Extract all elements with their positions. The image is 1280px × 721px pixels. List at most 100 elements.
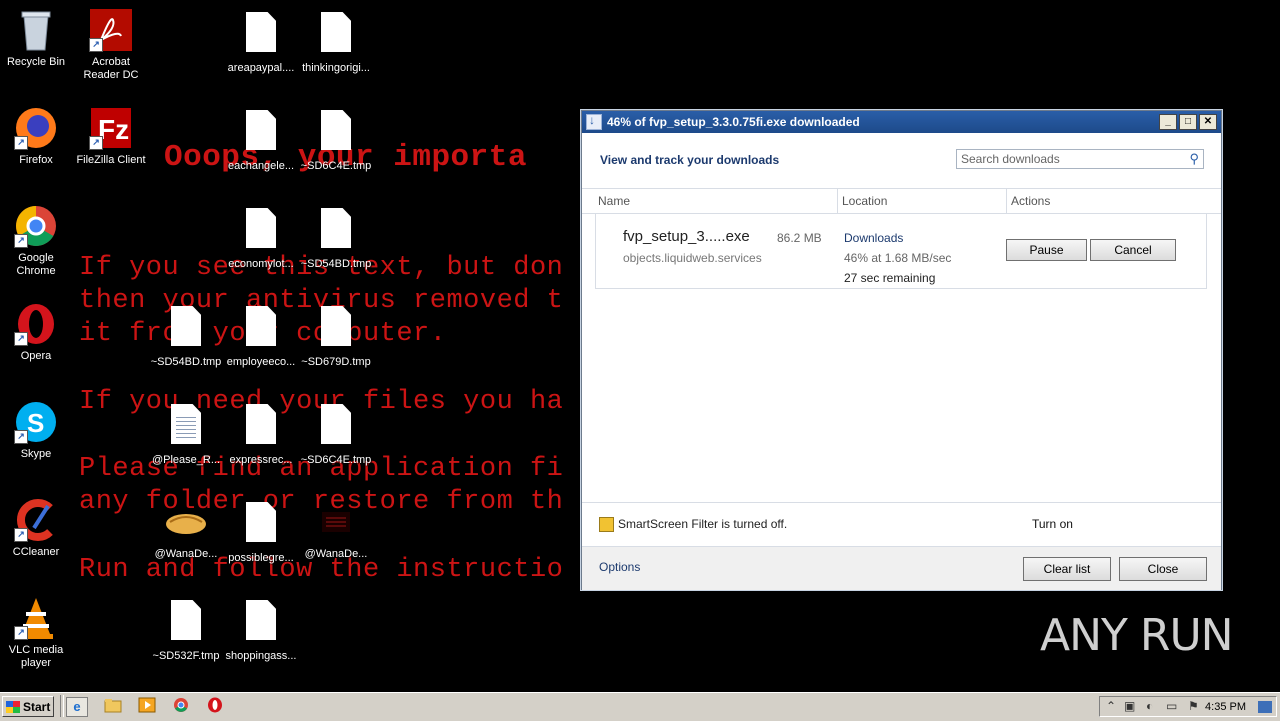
file-icon: [321, 12, 351, 52]
desktop-icon-opera[interactable]: ↗ Opera: [0, 302, 72, 363]
desktop-icon-filezilla[interactable]: Fz ↗ FileZilla Client: [75, 106, 147, 167]
file-label: ~SD54BD.tmp: [300, 258, 372, 270]
column-name[interactable]: Name: [598, 194, 630, 208]
download-location-link[interactable]: Downloads: [844, 231, 903, 245]
file-label: economylot...: [228, 258, 294, 270]
pause-button[interactable]: Pause: [1006, 239, 1087, 261]
desktop-icon-label: Firefox: [19, 154, 53, 166]
desktop-file[interactable]: thinkingorigi...: [300, 12, 372, 75]
window-titlebar[interactable]: 46% of fvp_setup_3.3.0.75fi.exe download…: [582, 111, 1221, 133]
shortcut-arrow-icon: ↗: [14, 332, 28, 346]
show-desktop-icon[interactable]: [1258, 701, 1272, 713]
file-icon: [321, 306, 351, 346]
column-location[interactable]: Location: [842, 194, 887, 208]
acrobat-icon: ↗: [89, 8, 133, 52]
file-label: ~SD6C4E.tmp: [300, 454, 372, 466]
desktop-icon-vlc[interactable]: ↗ VLC media player: [0, 596, 72, 670]
desktop-icon-chrome[interactable]: ↗ Google Chrome: [0, 204, 72, 278]
vlc-icon: ↗: [14, 596, 58, 640]
chrome-taskbar-icon[interactable]: [171, 697, 191, 715]
column-actions: Actions: [1011, 194, 1051, 208]
file-icon: [246, 502, 276, 542]
file-label: thinkingorigi...: [302, 62, 370, 74]
shortcut-arrow-icon: ↗: [14, 528, 28, 542]
desktop-file[interactable]: ~SD6C4E.tmp: [300, 404, 372, 467]
cancel-button[interactable]: Cancel: [1090, 239, 1176, 261]
file-icon: [321, 208, 351, 248]
desktop-file[interactable]: expressrec...: [225, 404, 297, 467]
file-icon: [321, 404, 351, 444]
show-hidden-icons-icon[interactable]: ⌃: [1106, 699, 1116, 713]
desktop-icon-firefox[interactable]: ↗ Firefox: [0, 106, 72, 167]
desktop-icon-ccleaner[interactable]: ↗ CCleaner: [0, 498, 72, 559]
search-icon[interactable]: ⚲: [1189, 151, 1199, 167]
file-icon: [171, 306, 201, 346]
shortcut-arrow-icon: ↗: [89, 136, 103, 150]
clear-list-button[interactable]: Clear list: [1023, 557, 1111, 581]
desktop-icon-acrobat[interactable]: ↗ Acrobat Reader DC: [75, 8, 147, 82]
desktop-file[interactable]: ~SD532F.tmp: [150, 600, 222, 663]
handshake-icon: [164, 500, 208, 544]
file-label: @WanaDe...: [304, 548, 368, 560]
action-center-flag-icon[interactable]: ⚑: [1188, 699, 1199, 713]
options-link[interactable]: Options: [599, 560, 640, 574]
file-icon: [171, 600, 201, 640]
opera-icon: ↗: [14, 302, 58, 346]
desktop-file[interactable]: employeeco...: [225, 306, 297, 369]
clock[interactable]: 4:35 PM: [1205, 701, 1246, 713]
volume-icon[interactable]: ◐: [1146, 699, 1153, 713]
maximize-button[interactable]: □: [1179, 114, 1197, 130]
desktop-file[interactable]: areapaypal....: [225, 12, 297, 75]
desktop-icon-skype[interactable]: S ↗ Skype: [0, 400, 72, 461]
desktop-file[interactable]: shoppingass...: [225, 600, 297, 663]
desktop-file[interactable]: @WanaDe...: [300, 500, 372, 561]
shortcut-arrow-icon: ↗: [14, 430, 28, 444]
opera-taskbar-icon[interactable]: [205, 697, 225, 715]
wanadecryptor-icon: [314, 500, 358, 544]
smartscreen-bar: SmartScreen Filter is turned off. Turn o…: [582, 502, 1221, 546]
desktop-icon-label: Opera: [20, 350, 52, 362]
close-window-button[interactable]: ✕: [1199, 114, 1217, 130]
close-button[interactable]: Close: [1119, 557, 1207, 581]
desktop-file[interactable]: ~SD6C4E.tmp: [300, 110, 372, 173]
search-input[interactable]: Search downloads ⚲: [956, 149, 1204, 169]
network-icon[interactable]: ▣: [1124, 699, 1135, 713]
turn-on-link[interactable]: Turn on: [1032, 517, 1073, 531]
file-label: possiblegre...: [228, 552, 294, 564]
file-icon: [246, 600, 276, 640]
chrome-icon: ↗: [14, 204, 58, 248]
explorer-taskbar-icon[interactable]: [103, 697, 123, 715]
download-source: objects.liquidweb.services: [623, 251, 762, 265]
file-label: @WanaDe...: [154, 548, 218, 560]
desktop-icon-label: Acrobat Reader DC: [83, 56, 139, 81]
start-button[interactable]: Start: [2, 696, 54, 717]
desktop-file[interactable]: possiblegre...: [225, 502, 297, 565]
desktop-icon-label: VLC media player: [8, 644, 64, 669]
media-player-taskbar-icon[interactable]: [137, 697, 157, 715]
desktop-file[interactable]: @Please_R...: [150, 404, 222, 467]
file-icon: [246, 208, 276, 248]
smartscreen-text: SmartScreen Filter is turned off.: [618, 517, 788, 531]
desktop-file[interactable]: @WanaDe...: [150, 500, 222, 561]
desktop-file[interactable]: ~SD54BD.tmp: [300, 208, 372, 271]
file-label: eachangele...: [227, 160, 295, 172]
desktop-file[interactable]: ~SD54BD.tmp: [150, 306, 222, 369]
display-icon[interactable]: ▭: [1166, 699, 1177, 713]
ie-taskbar-icon[interactable]: e: [66, 697, 88, 717]
download-remaining: 27 sec remaining: [844, 271, 936, 285]
firefox-icon: ↗: [14, 106, 58, 150]
file-label: employeeco...: [226, 356, 296, 368]
desktop-icon-recycle-bin[interactable]: Recycle Bin: [0, 8, 72, 69]
minimize-button[interactable]: _: [1159, 114, 1177, 130]
window-title: 46% of fvp_setup_3.3.0.75fi.exe download…: [607, 115, 860, 129]
download-progress: 46% at 1.68 MB/sec: [844, 251, 952, 265]
desktop-file[interactable]: economylot...: [225, 208, 297, 271]
filezilla-icon: Fz ↗: [89, 106, 133, 150]
download-item[interactable]: fvp_setup_3.....exe 86.2 MB objects.liqu…: [595, 213, 1207, 289]
desktop-icon-label: FileZilla Client: [76, 154, 146, 166]
file-icon: [246, 404, 276, 444]
desktop-file[interactable]: ~SD679D.tmp: [300, 306, 372, 369]
search-placeholder: Search downloads: [961, 152, 1060, 166]
desktop-file[interactable]: eachangele...: [225, 110, 297, 173]
shortcut-arrow-icon: ↗: [14, 234, 28, 248]
